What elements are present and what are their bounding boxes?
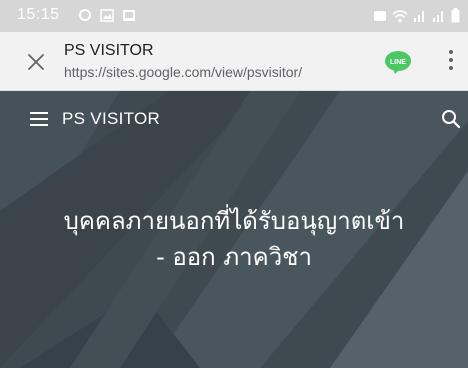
browser-toolbar: PS VISITOR https://sites.google.com/view… xyxy=(0,32,468,91)
more-options-icon[interactable] xyxy=(446,50,456,74)
status-left-icons xyxy=(78,8,136,22)
hero-title-line: บุคคลภายนอกที่ได้รับอนุญาตเข้า xyxy=(63,207,405,235)
line-icon[interactable]: LINE xyxy=(384,50,412,75)
alarm-icon xyxy=(374,10,386,21)
status-bar: 15:15 xyxy=(0,0,468,32)
line-label: LINE xyxy=(390,59,406,66)
status-right-icons xyxy=(373,8,460,23)
hero-title: บุคคลภายนอกที่ได้รับอนุญาตเข้า - ออก ภาค… xyxy=(0,203,468,275)
page-url[interactable]: https://sites.google.com/view/psvisitor/ xyxy=(64,64,302,80)
settings-icon xyxy=(79,9,91,21)
site-title[interactable]: PS VISITOR xyxy=(62,109,160,129)
status-time: 15:15 xyxy=(17,6,60,23)
site-header: PS VISITOR บุคคลภายนอกที่ได้รับอนุญาตเข้… xyxy=(0,91,468,368)
hero-title-line: - ออก ภาควิชา xyxy=(156,243,312,271)
wifi-icon xyxy=(392,9,408,22)
image-icon xyxy=(123,9,135,21)
close-icon[interactable] xyxy=(26,52,46,72)
page-title: PS VISITOR xyxy=(64,42,154,59)
menu-icon[interactable] xyxy=(30,112,48,126)
image-icon xyxy=(100,8,114,22)
search-icon[interactable] xyxy=(440,108,462,130)
signal-icon xyxy=(414,10,424,22)
battery-icon xyxy=(451,8,460,23)
signal-icon xyxy=(433,10,443,22)
